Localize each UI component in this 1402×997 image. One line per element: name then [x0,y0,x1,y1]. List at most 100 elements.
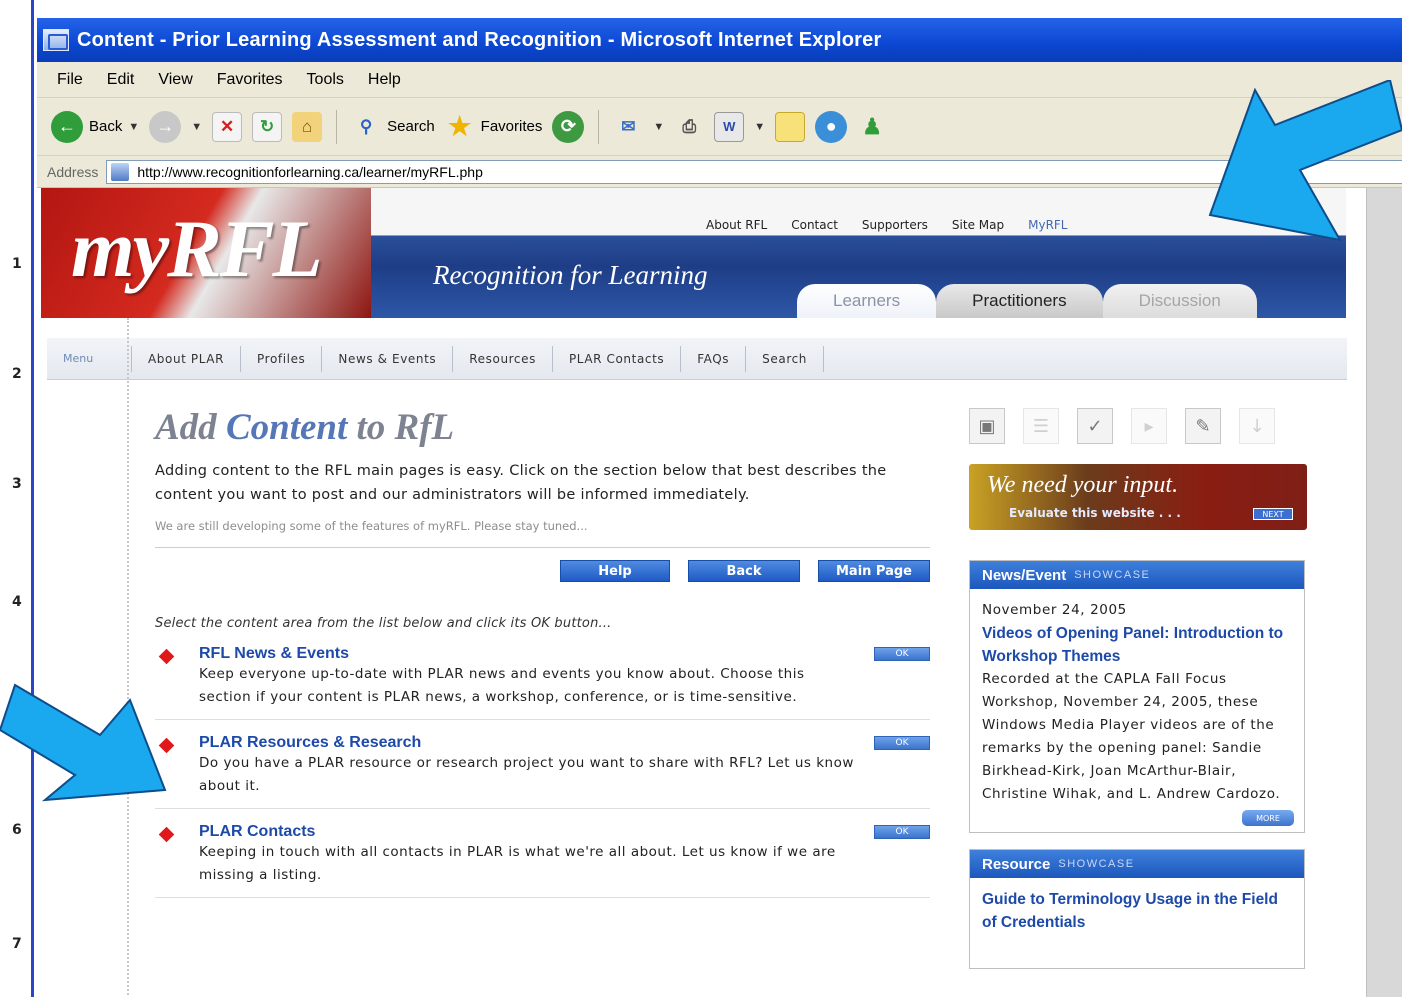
instruction-text: Select the content area from the list be… [155,616,612,631]
window-title: Content - Prior Learning Assessment and … [77,28,882,51]
ruler-tick: 7 [12,936,22,952]
news-text: Recorded at the CAPLA Fall Focus Worksho… [982,671,1281,802]
option-title[interactable]: RFL News & Events [199,645,930,663]
ok-button[interactable]: OK [874,647,930,661]
news-title-link[interactable]: Videos of Opening Panel: Introduction to… [982,622,1292,668]
home-icon[interactable]: ⌂ [292,111,323,142]
back-page-button[interactable]: Back [688,560,800,582]
nav-news-events[interactable]: News & Events [322,345,454,372]
nav-resources[interactable]: Resources [453,345,553,372]
intro-text: Adding content to the RFL main pages is … [155,463,887,503]
tab-learners[interactable]: Learners [797,284,937,318]
news-more-button[interactable]: MORE [1242,810,1294,826]
page-viewport: myRFL Recognition for Learning About RFL… [37,188,1402,997]
utility-icons: ▣ ☰ ✓ ▸ ✎ ↓ [969,408,1309,444]
topnav-supporters[interactable]: Supporters [862,218,928,232]
stop-icon[interactable]: ✕ [212,111,243,142]
menu-help[interactable]: Help [368,71,401,89]
search-label: Search [387,118,435,135]
right-column: ▣ ☰ ✓ ▸ ✎ ↓ We need your input. Evaluate… [969,408,1309,969]
feedback-next-button[interactable]: NEXT [1253,508,1293,520]
address-label: Address [47,163,99,180]
ok-button[interactable]: OK [874,736,930,750]
help-button[interactable]: Help [560,560,670,582]
main-content: Add Content to RfL Adding content to the… [155,406,935,898]
tab-practitioners[interactable]: Practitioners [936,284,1103,318]
search-icon: ⚲ [359,116,373,136]
main-page-button[interactable]: Main Page [818,560,930,582]
tab-discussion[interactable]: Discussion [1102,284,1257,318]
ok-button[interactable]: OK [874,825,930,839]
download-icon: ↓ [1239,408,1275,444]
topnav-myrfl[interactable]: MyRFL [1028,218,1067,232]
menu-favorites[interactable]: Favorites [217,71,283,89]
menu-edit[interactable]: Edit [107,71,135,89]
page-icon [111,162,130,181]
ruler-tick: 1 [12,256,22,272]
camera-icon[interactable]: ▣ [969,408,1005,444]
audience-tabs: Learners Practitioners Discussion [797,284,1257,318]
top-nav: About RFL Contact Supporters Site Map My… [706,218,1068,232]
chevron-down-icon[interactable]: ▼ [191,121,202,133]
toolbar-separator [336,109,338,144]
mail-icon[interactable]: ✉ [613,112,643,142]
refresh-icon[interactable]: ↻ [252,111,283,142]
callout-arrow-top [1208,80,1402,242]
option-title[interactable]: PLAR Resources & Research [199,734,930,752]
chevron-down-icon: ▼ [128,120,140,133]
ruler-tick: 3 [12,476,22,492]
resource-showcase: Resource SHOWCASE Guide to Terminology Us… [969,849,1305,969]
nav-faqs[interactable]: FAQs [681,345,747,372]
wrench-icon[interactable]: ✎ [1185,408,1221,444]
topnav-sitemap[interactable]: Site Map [952,218,1004,232]
ie-window-icon [43,29,69,51]
topnav-contact[interactable]: Contact [791,218,838,232]
vertical-scrollbar[interactable] [1366,188,1402,997]
favorites-button[interactable]: ★ Favorites [445,111,543,142]
chevron-down-icon[interactable]: ▼ [754,121,765,133]
red-diamond-icon [158,826,175,843]
favorites-label: Favorites [480,118,543,135]
resource-showcase-body: Guide to Terminology Usage in the Field … [970,878,1304,960]
messenger-icon[interactable]: ● [815,110,848,143]
nav-plar-contacts[interactable]: PLAR Contacts [553,345,682,372]
word-icon[interactable]: W [714,111,745,142]
section-nav: Menu About PLAR Profiles News & Events R… [47,338,1347,380]
menu-label: Menu [63,352,94,365]
nav-about-plar[interactable]: About PLAR [131,345,242,372]
checkmark-icon[interactable]: ✓ [1077,408,1113,444]
feedback-subtext: Evaluate this website . . . [1009,506,1181,520]
option-description: Keeping in touch with all contacts in PL… [199,844,836,883]
menu-view[interactable]: View [158,71,192,89]
menu-tools[interactable]: Tools [307,71,344,89]
chevron-down-icon[interactable]: ▼ [653,121,664,133]
nav-profiles[interactable]: Profiles [241,345,323,372]
feedback-banner[interactable]: We need your input. Evaluate this websit… [969,464,1307,530]
discuss-icon[interactable] [775,111,806,142]
topnav-about[interactable]: About RFL [706,218,767,232]
option-description: Do you have a PLAR resource or research … [199,755,854,794]
feedback-heading: We need your input. [987,472,1179,498]
resource-title-link[interactable]: Guide to Terminology Usage in the Field … [982,888,1292,934]
forward-button[interactable]: → [149,110,182,143]
slide-ruler: 1 2 3 4 5 6 7 [0,0,34,997]
news-showcase: News/Event SHOWCASE November 24, 2005 Vid… [969,560,1305,833]
print-icon[interactable]: ⎙ [674,112,704,142]
option-title[interactable]: PLAR Contacts [199,823,930,841]
speaker-icon: ▸ [1131,408,1167,444]
news-showcase-body: November 24, 2005 Videos of Opening Pane… [970,589,1304,832]
menu-file[interactable]: File [57,71,83,89]
toolbar-separator [598,109,600,144]
content-option-news: RFL News & Events Keep everyone up-to-da… [155,645,930,720]
search-button[interactable]: ⚲ Search [351,112,435,142]
people-icon[interactable]: ♟ [857,112,887,142]
history-icon[interactable]: ⟳ [552,110,585,143]
address-url: http://www.recognitionforlearning.ca/lea… [137,163,483,180]
resource-showcase-header: Resource SHOWCASE [970,850,1304,878]
content-option-contacts: PLAR Contacts Keeping in touch with all … [155,823,930,898]
site-logo[interactable]: myRFL [71,202,323,296]
back-button[interactable]: ← Back ▼ [51,110,140,143]
nav-search[interactable]: Search [746,345,824,372]
action-buttons: Help Back Main Page [155,560,930,582]
back-arrow-icon: ← [51,110,83,143]
